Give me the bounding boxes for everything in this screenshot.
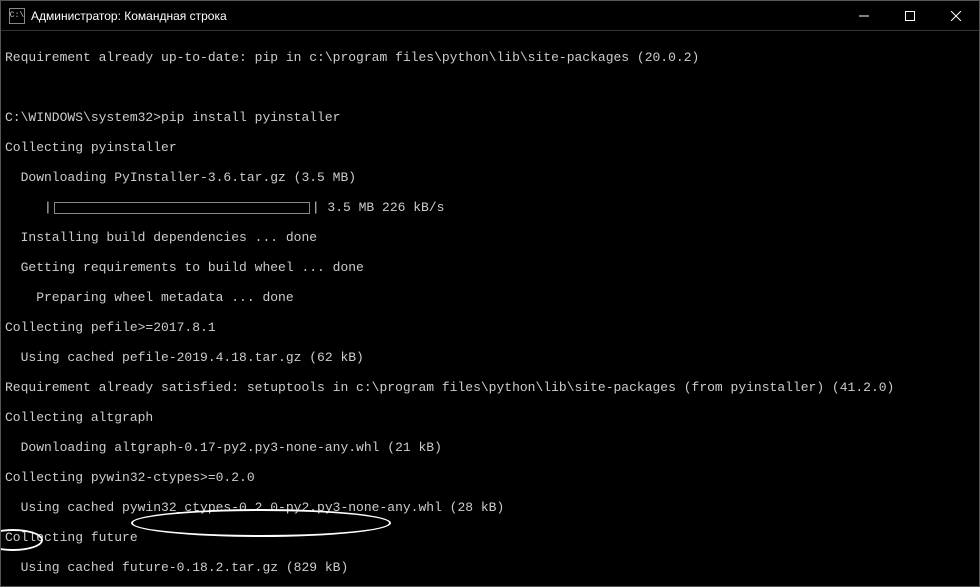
output-line: Requirement already satisfied: setuptool… xyxy=(5,380,973,395)
output-line: Using cached future-0.18.2.tar.gz (829 k… xyxy=(5,560,973,575)
cmd-icon: C:\ xyxy=(9,8,25,24)
window-title: Администратор: Командная строка xyxy=(31,9,841,23)
command-prompt-window: C:\ Администратор: Командная строка Requ… xyxy=(0,0,980,587)
output-line xyxy=(5,80,973,95)
titlebar[interactable]: C:\ Администратор: Командная строка xyxy=(1,1,979,31)
terminal-output[interactable]: Requirement already up-to-date: pip in c… xyxy=(1,31,979,586)
output-line: Downloading PyInstaller-3.6.tar.gz (3.5 … xyxy=(5,170,973,185)
command: pip install pyinstaller xyxy=(161,110,340,125)
prompt-line: C:\WINDOWS\system32>pip install pyinstal… xyxy=(5,110,973,125)
output-line: Preparing wheel metadata ... done xyxy=(5,290,973,305)
minimize-button[interactable] xyxy=(841,1,887,30)
progress-bar xyxy=(54,202,310,214)
maximize-button[interactable] xyxy=(887,1,933,30)
output-line: Collecting future xyxy=(5,530,973,545)
output-line: Requirement already up-to-date: pip in c… xyxy=(5,50,973,65)
output-line: Using cached pefile-2019.4.18.tar.gz (62… xyxy=(5,350,973,365)
output-line: Using cached pywin32_ctypes-0.2.0-py2.py… xyxy=(5,500,973,515)
close-button[interactable] xyxy=(933,1,979,30)
progress-indent: | xyxy=(5,200,52,215)
progress-text: 3.5 MB 226 kB/s xyxy=(320,200,445,215)
progress-line: || 3.5 MB 226 kB/s xyxy=(5,200,973,215)
output-line: Collecting pefile>=2017.8.1 xyxy=(5,320,973,335)
output-line: Collecting pyinstaller xyxy=(5,140,973,155)
output-line: Collecting pywin32-ctypes>=0.2.0 xyxy=(5,470,973,485)
output-line: Collecting altgraph xyxy=(5,410,973,425)
output-line: Getting requirements to build wheel ... … xyxy=(5,260,973,275)
window-controls xyxy=(841,1,979,30)
output-line: Installing build dependencies ... done xyxy=(5,230,973,245)
output-line: Downloading altgraph-0.17-py2.py3-none-a… xyxy=(5,440,973,455)
prompt: C:\WINDOWS\system32> xyxy=(5,110,161,125)
